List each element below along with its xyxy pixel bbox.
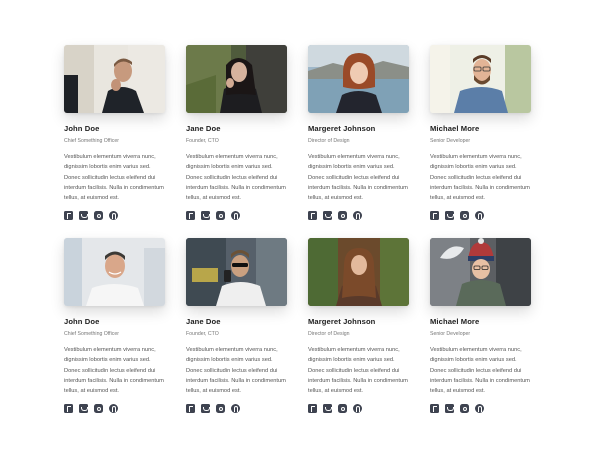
member-name: Jane Doe xyxy=(186,317,221,326)
social-links xyxy=(430,404,531,413)
team-member-card: Margeret Johnson Director of Design Vest… xyxy=(308,45,409,228)
team-member-card: Jane Doe Founder, CTO Vestibulum element… xyxy=(186,45,287,228)
member-bio: Vestibulum elementum viverra nunc, digni… xyxy=(308,347,408,395)
facebook-icon[interactable] xyxy=(64,404,73,413)
twitter-icon[interactable] xyxy=(445,404,454,413)
member-role: Director of Design xyxy=(308,331,350,337)
member-bio: Vestibulum elementum viverra nunc, digni… xyxy=(64,347,164,395)
instagram-icon[interactable] xyxy=(338,404,347,413)
member-photo xyxy=(64,238,165,306)
pinterest-icon[interactable] xyxy=(353,211,362,220)
member-name: Margeret Johnson xyxy=(308,317,376,326)
social-links xyxy=(64,211,165,220)
member-name: John Doe xyxy=(64,124,100,133)
facebook-icon[interactable] xyxy=(308,404,317,413)
member-bio: Vestibulum elementum viverra nunc, digni… xyxy=(186,154,286,202)
member-role: Director of Design xyxy=(308,138,350,144)
twitter-icon[interactable] xyxy=(445,211,454,220)
pinterest-icon[interactable] xyxy=(475,211,484,220)
twitter-icon[interactable] xyxy=(323,211,332,220)
twitter-icon[interactable] xyxy=(79,404,88,413)
twitter-icon[interactable] xyxy=(79,211,88,220)
instagram-icon[interactable] xyxy=(460,211,469,220)
member-photo xyxy=(430,238,531,306)
facebook-icon[interactable] xyxy=(186,404,195,413)
facebook-icon[interactable] xyxy=(308,211,317,220)
member-bio: Vestibulum elementum viverra nunc, digni… xyxy=(430,154,530,202)
member-name: Michael More xyxy=(430,317,480,326)
member-bio: Vestibulum elementum viverra nunc, digni… xyxy=(430,347,530,395)
team-member-card: John Doe Chief Something Officer Vestibu… xyxy=(64,238,165,421)
member-photo xyxy=(64,45,165,113)
instagram-icon[interactable] xyxy=(216,404,225,413)
pinterest-icon[interactable] xyxy=(475,404,484,413)
member-bio: Vestibulum elementum viverra nunc, digni… xyxy=(308,154,408,202)
social-links xyxy=(186,211,287,220)
member-photo xyxy=(186,45,287,113)
member-role: Chief Something Officer xyxy=(64,331,119,337)
social-links xyxy=(308,211,409,220)
member-photo xyxy=(308,238,409,306)
member-photo xyxy=(308,45,409,113)
twitter-icon[interactable] xyxy=(323,404,332,413)
team-grid: John Doe Chief Something Officer Vestibu… xyxy=(64,45,540,421)
member-name: Jane Doe xyxy=(186,124,221,133)
member-role: Senior Developer xyxy=(430,331,471,337)
facebook-icon[interactable] xyxy=(430,211,439,220)
member-role: Chief Something Officer xyxy=(64,138,119,144)
social-links xyxy=(64,404,165,413)
pinterest-icon[interactable] xyxy=(353,404,362,413)
member-photo xyxy=(186,238,287,306)
social-links xyxy=(430,211,531,220)
facebook-icon[interactable] xyxy=(430,404,439,413)
member-bio: Vestibulum elementum viverra nunc, digni… xyxy=(64,154,164,202)
instagram-icon[interactable] xyxy=(94,211,103,220)
team-member-card: Jane Doe Founder, CTO Vestibulum element… xyxy=(186,238,287,421)
twitter-icon[interactable] xyxy=(201,404,210,413)
member-role: Founder, CTO xyxy=(186,138,219,144)
pinterest-icon[interactable] xyxy=(109,404,118,413)
team-member-card: Michael More Senior Developer Vestibulum… xyxy=(430,45,531,228)
member-photo xyxy=(430,45,531,113)
instagram-icon[interactable] xyxy=(338,211,347,220)
social-links xyxy=(308,404,409,413)
instagram-icon[interactable] xyxy=(216,211,225,220)
member-name: Margeret Johnson xyxy=(308,124,376,133)
member-name: Michael More xyxy=(430,124,480,133)
pinterest-icon[interactable] xyxy=(231,211,240,220)
member-role: Senior Developer xyxy=(430,138,471,144)
facebook-icon[interactable] xyxy=(186,211,195,220)
instagram-icon[interactable] xyxy=(460,404,469,413)
facebook-icon[interactable] xyxy=(64,211,73,220)
twitter-icon[interactable] xyxy=(201,211,210,220)
member-role: Founder, CTO xyxy=(186,331,219,337)
pinterest-icon[interactable] xyxy=(109,211,118,220)
member-bio: Vestibulum elementum viverra nunc, digni… xyxy=(186,347,286,395)
member-name: John Doe xyxy=(64,317,100,326)
team-member-card: John Doe Chief Something Officer Vestibu… xyxy=(64,45,165,228)
instagram-icon[interactable] xyxy=(94,404,103,413)
pinterest-icon[interactable] xyxy=(231,404,240,413)
team-member-card: Michael More Senior Developer Vestibulum… xyxy=(430,238,531,421)
social-links xyxy=(186,404,287,413)
team-member-card: Margeret Johnson Director of Design Vest… xyxy=(308,238,409,421)
